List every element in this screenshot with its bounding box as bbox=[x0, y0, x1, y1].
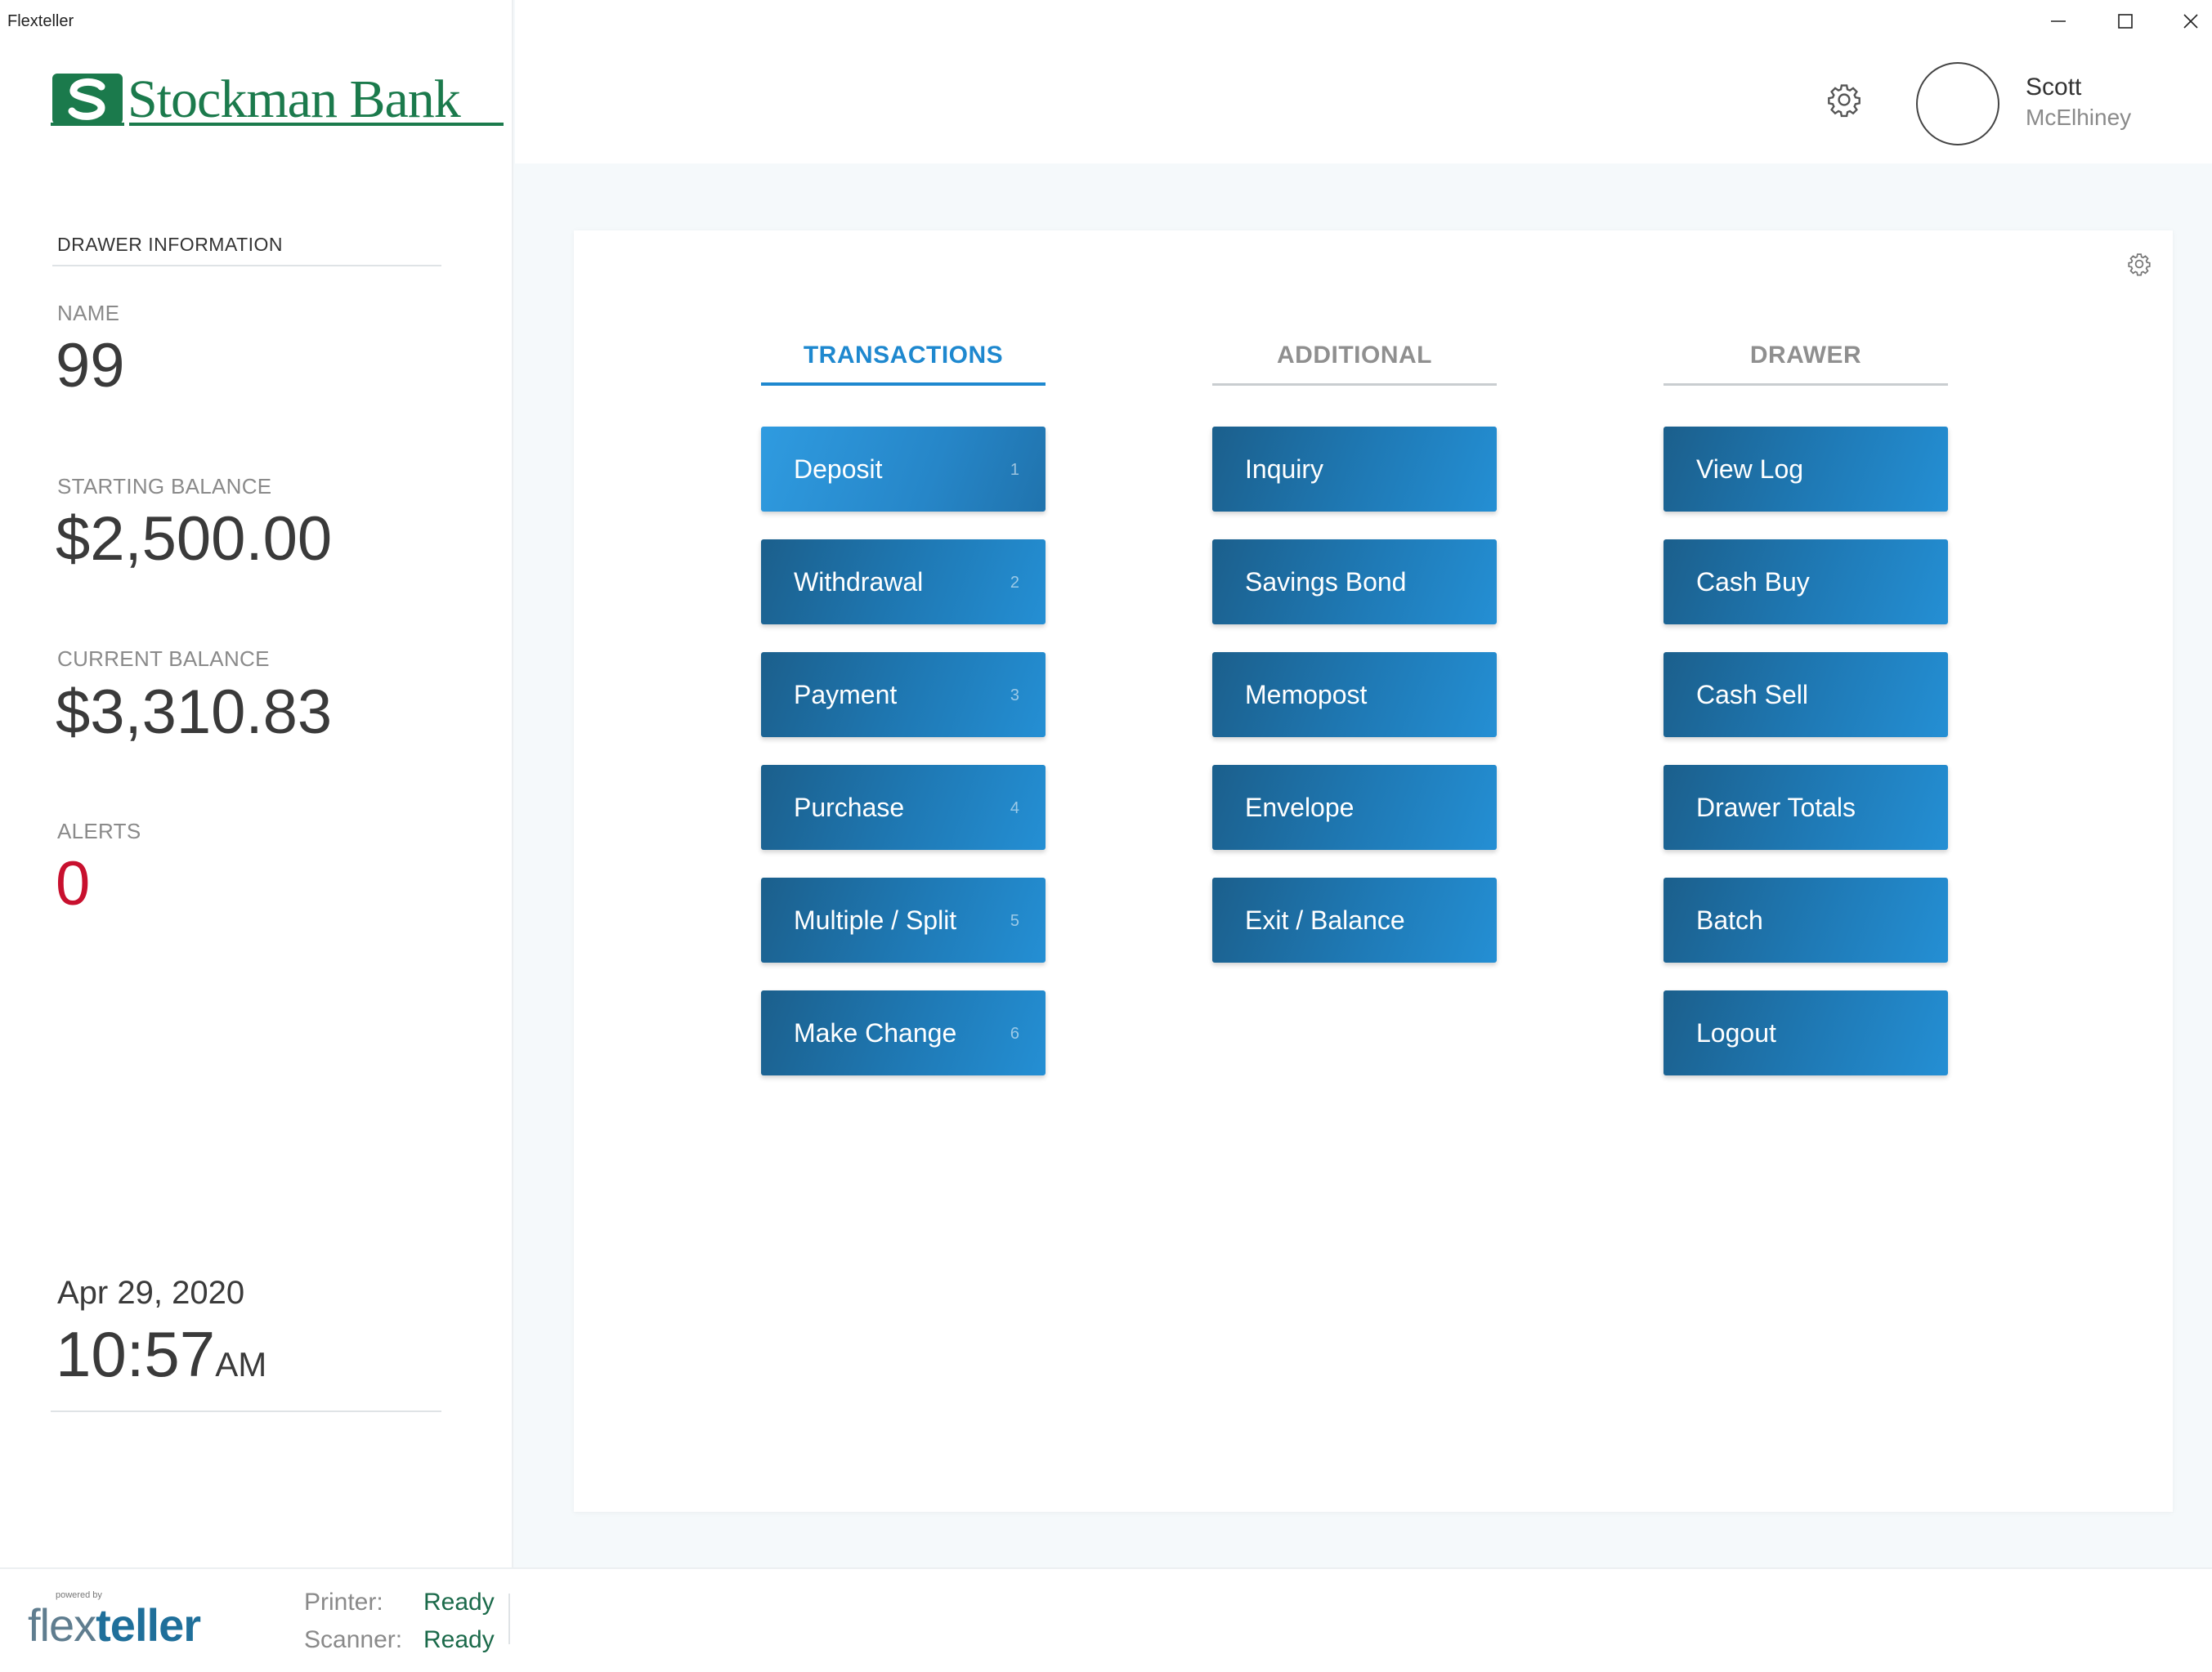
shortcut-key: 5 bbox=[1010, 912, 1019, 930]
window-title: Flexteller bbox=[7, 12, 74, 30]
settings-gear-icon[interactable] bbox=[1826, 82, 1862, 118]
cash-sell-button[interactable]: Cash Sell bbox=[1663, 652, 1948, 737]
maximize-icon bbox=[2118, 14, 2133, 29]
exit-balance-button[interactable]: Exit / Balance bbox=[1212, 878, 1497, 963]
purchase-button[interactable]: Purchase 4 bbox=[761, 765, 1046, 850]
flexteller-brand: flexteller bbox=[28, 1598, 201, 1652]
current-balance-value: $3,310.83 bbox=[56, 677, 333, 747]
shortcut-key: 2 bbox=[1010, 574, 1019, 592]
current-time: 10:57AM bbox=[56, 1317, 266, 1392]
button-label: Multiple / Split bbox=[794, 905, 957, 935]
scanner-status: Ready bbox=[423, 1626, 495, 1653]
name-label: NAME bbox=[57, 301, 120, 325]
button-label: Purchase bbox=[794, 792, 905, 822]
printer-label: Printer: bbox=[304, 1589, 383, 1616]
starting-balance-label: STARTING BALANCE bbox=[57, 474, 272, 498]
button-label: Memopost bbox=[1245, 679, 1368, 709]
button-label: Withdrawal bbox=[794, 566, 924, 597]
withdrawal-button[interactable]: Withdrawal 2 bbox=[761, 539, 1046, 624]
current-balance-label: CURRENT BALANCE bbox=[57, 646, 270, 671]
cash-buy-button[interactable]: Cash Buy bbox=[1663, 539, 1948, 624]
brand-part-teller: teller bbox=[96, 1599, 201, 1651]
divider bbox=[51, 1410, 441, 1412]
time-value: 10:57 bbox=[56, 1318, 216, 1390]
button-label: Exit / Balance bbox=[1245, 905, 1405, 935]
button-label: Envelope bbox=[1245, 792, 1355, 822]
user-last-name: McElhiney bbox=[2026, 105, 2132, 130]
savings-bond-button[interactable]: Savings Bond bbox=[1212, 539, 1497, 624]
button-label: Cash Buy bbox=[1696, 566, 1810, 597]
scanner-label: Scanner: bbox=[304, 1626, 403, 1653]
envelope-button[interactable]: Envelope bbox=[1212, 765, 1497, 850]
deposit-button[interactable]: Deposit 1 bbox=[761, 427, 1046, 512]
multiple-split-button[interactable]: Multiple / Split 5 bbox=[761, 878, 1046, 963]
stockman-bank-logo: Stockman Bank bbox=[51, 69, 504, 134]
maximize-button[interactable] bbox=[2101, 5, 2150, 38]
alerts-label: ALERTS bbox=[57, 819, 141, 843]
sidebar: Stockman Bank DRAWER INFORMATION NAME 99… bbox=[0, 0, 513, 1567]
actions-panel bbox=[574, 230, 2173, 1512]
button-label: Logout bbox=[1696, 1017, 1776, 1048]
button-label: Payment bbox=[794, 679, 898, 709]
drawer-totals-button[interactable]: Drawer Totals bbox=[1663, 765, 1948, 850]
close-button[interactable] bbox=[2166, 5, 2212, 38]
shortcut-key: 3 bbox=[1010, 686, 1019, 704]
drawer-information-heading: DRAWER INFORMATION bbox=[57, 234, 284, 255]
shortcut-key: 1 bbox=[1010, 461, 1019, 479]
button-label: Cash Sell bbox=[1696, 679, 1808, 709]
stockman-s-logo-icon bbox=[51, 74, 124, 126]
current-date: Apr 29, 2020 bbox=[57, 1275, 245, 1311]
logout-button[interactable]: Logout bbox=[1663, 990, 1948, 1075]
minimize-button[interactable] bbox=[2034, 5, 2083, 38]
button-label: Batch bbox=[1696, 905, 1763, 935]
button-label: Deposit bbox=[794, 454, 883, 484]
printer-status: Ready bbox=[423, 1589, 495, 1616]
button-label: Drawer Totals bbox=[1696, 792, 1856, 822]
starting-balance-value: $2,500.00 bbox=[56, 504, 333, 574]
status-footer bbox=[0, 1567, 2212, 1672]
make-change-button[interactable]: Make Change 6 bbox=[761, 990, 1046, 1075]
window-title-bar: Flexteller bbox=[0, 0, 2212, 42]
divider bbox=[52, 265, 441, 266]
batch-button[interactable]: Batch bbox=[1663, 878, 1948, 963]
name-value: 99 bbox=[56, 331, 125, 400]
button-label: Inquiry bbox=[1245, 454, 1324, 484]
tab-additional[interactable]: ADDITIONAL bbox=[1212, 335, 1497, 386]
panel-settings-gear-icon[interactable] bbox=[2127, 252, 2152, 276]
payment-button[interactable]: Payment 3 bbox=[761, 652, 1046, 737]
bank-name: Stockman Bank bbox=[128, 69, 461, 129]
brand-part-flex: flex bbox=[28, 1599, 96, 1651]
button-label: View Log bbox=[1696, 454, 1804, 484]
user-avatar[interactable] bbox=[1916, 62, 1999, 145]
alerts-count[interactable]: 0 bbox=[56, 848, 90, 919]
tab-transactions[interactable]: TRANSACTIONS bbox=[761, 335, 1046, 386]
flexteller-logo: powered by flexteller bbox=[28, 1590, 224, 1656]
memopost-button[interactable]: Memopost bbox=[1212, 652, 1497, 737]
shortcut-key: 6 bbox=[1010, 1025, 1019, 1043]
button-label: Make Change bbox=[794, 1017, 957, 1048]
divider bbox=[508, 1594, 510, 1644]
logo-underline bbox=[129, 123, 504, 126]
user-first-name: Scott bbox=[2026, 74, 2082, 101]
time-ampm: AM bbox=[215, 1345, 267, 1384]
view-log-button[interactable]: View Log bbox=[1663, 427, 1948, 512]
button-label: Savings Bond bbox=[1245, 566, 1407, 597]
close-icon bbox=[2183, 14, 2198, 29]
inquiry-button[interactable]: Inquiry bbox=[1212, 427, 1497, 512]
tab-drawer[interactable]: DRAWER bbox=[1663, 335, 1948, 386]
minimize-icon bbox=[2051, 20, 2066, 22]
shortcut-key: 4 bbox=[1010, 799, 1019, 817]
